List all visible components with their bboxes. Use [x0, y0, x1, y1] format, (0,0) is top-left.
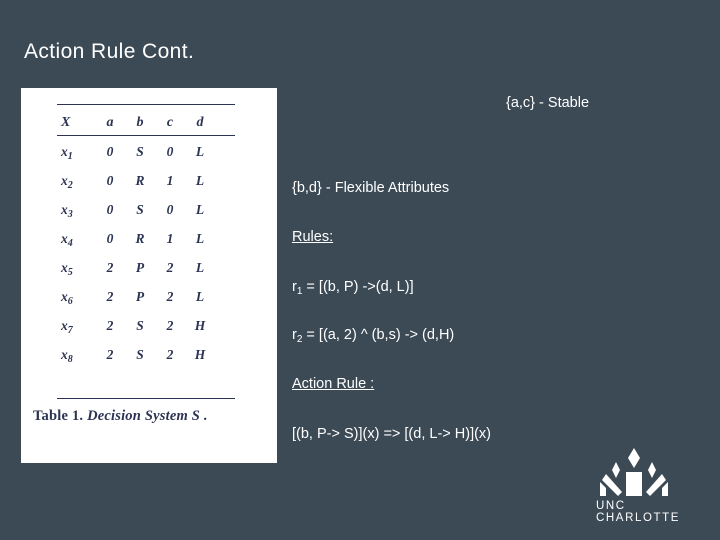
rule-1: r1 = [(b, P) ->(d, L)]	[292, 279, 414, 297]
cell: 2	[166, 317, 174, 333]
page-title: Action Rule Cont.	[24, 40, 195, 63]
table-col-X: X	[61, 114, 71, 130]
cell: 0	[106, 230, 114, 246]
rule-2-body: = [(a, 2) ^ (b,s) -> (d,H)	[302, 327, 455, 343]
logo-text: UNC CHARLOTTE	[596, 500, 681, 524]
row-label: x1	[61, 143, 73, 162]
cell: 0	[106, 201, 114, 217]
cell: 2	[106, 317, 114, 333]
unc-charlotte-logo: UNC CHARLOTTE	[560, 448, 708, 524]
cell: P	[135, 259, 145, 275]
cell: S	[136, 317, 144, 333]
cell: L	[195, 172, 205, 188]
rule-1-subscript: 1	[296, 286, 303, 297]
cell: 1	[166, 172, 174, 188]
row-label: x5	[61, 259, 73, 278]
cell: L	[195, 259, 205, 275]
rule-2: r2 = [(a, 2) ^ (b,s) -> (d,H)	[292, 327, 455, 345]
rule-1-body: = [(b, P) ->(d, L)]	[302, 279, 414, 295]
row-label: x7	[61, 317, 73, 336]
flexible-attributes-text: {b,d} - Flexible Attributes	[292, 180, 450, 196]
cell: 2	[106, 346, 114, 362]
cell: 1	[166, 230, 174, 246]
cell: 0	[166, 143, 174, 159]
row-label: x3	[61, 201, 73, 220]
table-row: x4 0 R 1 L	[57, 224, 215, 253]
cell: H	[194, 317, 206, 333]
cell: 0	[106, 172, 114, 188]
cell: R	[135, 172, 145, 188]
cell: 0	[166, 201, 174, 217]
table-row: x1 0 S 0 L	[57, 137, 215, 166]
cell: 0	[106, 143, 114, 159]
table-rule-bottom	[57, 398, 235, 399]
cell: S	[136, 201, 144, 217]
table-row: x7 2 S 2 H	[57, 311, 215, 340]
table-col-a: a	[106, 114, 114, 130]
rules-heading: Rules:	[292, 229, 334, 245]
stable-attributes-text: {a,c} - Stable	[506, 95, 590, 111]
action-rule-body: [(b, P-> S)](x) => [(d, L-> H)](x)	[292, 426, 492, 442]
table-header-row: X a b c d	[57, 108, 215, 137]
cell: R	[135, 230, 145, 246]
cell: 2	[106, 259, 114, 275]
decision-table: X a b c d x1 0 S 0 L x2 0 R 1 L x3 0 S 0…	[57, 108, 215, 369]
row-label: x8	[61, 346, 73, 365]
table-col-b: b	[136, 114, 144, 130]
cell: H	[194, 346, 206, 362]
cell: 2	[166, 259, 174, 275]
table-caption-text: Decision System S .	[87, 408, 208, 424]
table-caption-label: Table 1.	[33, 408, 84, 424]
table-row: x3 0 S 0 L	[57, 195, 215, 224]
slide: Action Rule Cont. X a b c d x1 0 S 0 L x…	[0, 0, 720, 540]
row-label: x6	[61, 288, 73, 307]
table-row: x5 2 P 2 L	[57, 253, 215, 282]
action-rule-heading: Action Rule :	[292, 376, 375, 392]
cell: P	[135, 288, 145, 304]
table-rule-top	[57, 104, 235, 105]
decision-table-image: X a b c d x1 0 S 0 L x2 0 R 1 L x3 0 S 0…	[21, 88, 277, 463]
table-col-c: c	[166, 114, 174, 130]
cell: L	[195, 230, 205, 246]
cell: 2	[106, 288, 114, 304]
table-row: x8 2 S 2 H	[57, 340, 215, 369]
row-label: x4	[61, 230, 73, 249]
table-row: x6 2 P 2 L	[57, 282, 215, 311]
table-caption: Table 1. Decision System S .	[33, 408, 273, 425]
cell: S	[136, 346, 144, 362]
table-col-d: d	[196, 114, 204, 130]
cell: L	[195, 288, 205, 304]
table-row: x2 0 R 1 L	[57, 166, 215, 195]
cell: 2	[166, 346, 174, 362]
cell: 2	[166, 288, 174, 304]
decision-table-inner: X a b c d x1 0 S 0 L x2 0 R 1 L x3 0 S 0…	[21, 88, 277, 463]
cell: L	[195, 143, 205, 159]
cell: S	[136, 143, 144, 159]
row-label: x2	[61, 172, 73, 191]
cell: L	[195, 201, 205, 217]
rule-2-subscript: 2	[296, 334, 303, 345]
